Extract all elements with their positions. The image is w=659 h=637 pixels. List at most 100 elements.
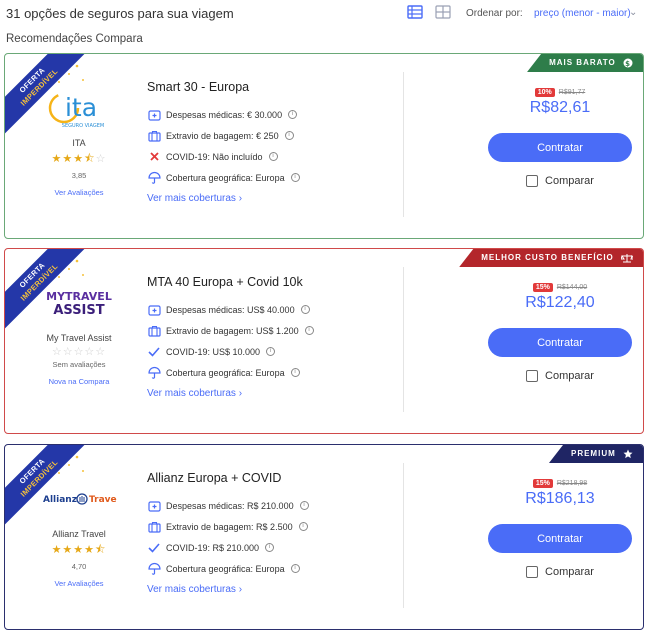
info-icon[interactable]: i: [268, 152, 278, 161]
insurer-block: MYTRAVEL ASSIST My Travel Assist ☆☆☆☆☆ S…: [19, 277, 139, 386]
best-value-badge: MELHOR CUSTO BENEFÍCIO: [459, 249, 643, 267]
old-price: R$218,98: [556, 480, 588, 487]
umbrella-icon: [147, 171, 161, 185]
plan-title: MTA 40 Europa + Covid 10k: [147, 275, 303, 289]
svg-text:ASSIST: ASSIST: [53, 303, 104, 318]
my-travel-assist-logo: MYTRAVEL ASSIST: [46, 290, 112, 318]
info-icon[interactable]: i: [304, 326, 314, 335]
reviews-link[interactable]: Ver Avaliações: [19, 579, 139, 588]
compare-option[interactable]: Comparar: [485, 566, 635, 578]
new-provider-link[interactable]: Nova na Compara: [19, 377, 139, 386]
contract-button[interactable]: Contratar: [488, 133, 632, 162]
info-icon[interactable]: i: [299, 501, 309, 510]
feature-covid: COVID-19: US$ 10.000 i: [147, 341, 387, 362]
feature-coverage: Cobertura geográfica: Europa i: [147, 558, 387, 579]
info-icon[interactable]: i: [284, 131, 294, 140]
scale-icon: [621, 253, 633, 263]
baggage-icon: [147, 520, 161, 534]
baggage-icon: [147, 129, 161, 143]
insurance-card: OFERTA IMPERDÍVEL PREMIUM Allianz Travel…: [4, 444, 644, 630]
insurer-block: Allianz Travel Allianz Travel ★★★★⯪ 4,70…: [19, 473, 139, 588]
more-coverages-link[interactable]: Ver mais coberturas ›: [147, 584, 387, 595]
rating-stars: ☆☆☆☆☆: [51, 346, 107, 358]
feature-covid: COVID-19: Não incluído i: [147, 146, 387, 167]
price-block: 15% R$144,00 R$122,40 Contratar Comparar: [485, 282, 635, 382]
rating-stars: ★★★★⯪: [51, 544, 107, 556]
grid-view-icon[interactable]: [435, 5, 451, 19]
feature-baggage: Extravio de bagagem: R$ 2.500 i: [147, 516, 387, 537]
list-view-icon[interactable]: [407, 5, 423, 19]
svg-text:Allianz: Allianz: [43, 495, 77, 505]
compare-checkbox[interactable]: [526, 175, 539, 187]
feature-medical: Despesas médicas: R$ 210.000 i: [147, 495, 387, 516]
price: R$82,61: [529, 99, 591, 116]
more-coverages-link[interactable]: Ver mais coberturas ›: [147, 193, 387, 204]
insurer-name: ITA: [72, 138, 86, 148]
section-subtitle: Recomendações Compara: [6, 33, 143, 45]
discount-badge: 15%: [532, 479, 553, 488]
premium-badge: PREMIUM: [548, 445, 643, 463]
reviews-link[interactable]: Ver Avaliações: [19, 188, 139, 197]
price-block: 10% R$91,77 R$82,61 Contratar Comparar: [485, 87, 635, 187]
plan-title: Allianz Europa + COVID: [147, 471, 282, 485]
insurance-card: OFERTA IMPERDÍVEL MELHOR CUSTO BENEFÍCIO…: [4, 248, 644, 434]
insurer-block: ita SEGURO VIAGEM ITA ★★★⯪☆ 3,85 Ver Ava…: [19, 82, 139, 197]
old-price: R$144,00: [556, 284, 588, 291]
svg-text:ita: ita: [65, 93, 97, 122]
insurer-logo: Allianz Travel: [19, 473, 139, 525]
compare-label: Comparar: [545, 370, 594, 382]
rating-value: Sem avaliações: [52, 360, 106, 369]
feature-coverage: Cobertura geográfica: Europa i: [147, 167, 387, 188]
insurer-logo: MYTRAVEL ASSIST: [19, 277, 139, 329]
svg-text:MYTRAVEL: MYTRAVEL: [46, 290, 112, 303]
sort-select[interactable]: preço (menor - maior): [534, 8, 631, 19]
compare-label: Comparar: [545, 175, 594, 187]
medical-icon: [147, 499, 161, 513]
price: R$186,13: [525, 490, 595, 507]
compare-option[interactable]: Comparar: [485, 370, 635, 382]
rating-value: 3,85: [71, 171, 87, 180]
cross-icon: [147, 150, 161, 164]
divider: [403, 72, 404, 217]
svg-text:$: $: [625, 60, 631, 68]
feature-baggage: Extravio de bagagem: € 250 i: [147, 125, 387, 146]
contract-button[interactable]: Contratar: [488, 328, 632, 357]
medical-icon: [147, 303, 161, 317]
info-icon[interactable]: i: [290, 564, 300, 573]
more-coverages-link[interactable]: Ver mais coberturas ›: [147, 388, 387, 399]
info-icon[interactable]: i: [290, 173, 300, 182]
insurer-logo: ita SEGURO VIAGEM: [19, 82, 139, 134]
medical-icon: [147, 108, 161, 122]
feature-covid: COVID-19: R$ 210.000 i: [147, 537, 387, 558]
contract-button[interactable]: Contratar: [488, 524, 632, 553]
compare-checkbox[interactable]: [526, 566, 539, 578]
sort-label: Ordenar por:: [466, 8, 523, 19]
info-icon[interactable]: i: [265, 543, 275, 552]
feature-medical: Despesas médicas: € 30.000 i: [147, 104, 387, 125]
plan-title: Smart 30 - Europa: [147, 80, 250, 94]
results-header: 31 opções de seguros para sua viagem Ord…: [0, 0, 659, 28]
divider: [403, 463, 404, 608]
results-count: 31 opções de seguros para sua viagem: [6, 6, 234, 21]
price-block: 15% R$218,98 R$186,13 Contratar Comparar: [485, 478, 635, 578]
chevron-down-icon[interactable]: ⌄: [629, 7, 637, 18]
compare-label: Comparar: [545, 566, 594, 578]
insurer-name: Allianz Travel: [52, 529, 106, 539]
svg-text:SEGURO VIAGEM: SEGURO VIAGEM: [62, 123, 104, 129]
umbrella-icon: [147, 562, 161, 576]
dollar-icon: $: [623, 58, 633, 68]
baggage-icon: [147, 324, 161, 338]
umbrella-icon: [147, 366, 161, 380]
discount-badge: 10%: [534, 88, 555, 97]
info-icon[interactable]: i: [290, 368, 300, 377]
info-icon[interactable]: i: [266, 347, 276, 356]
info-icon[interactable]: i: [288, 110, 298, 119]
plan-details: Allianz Europa + COVID Despesas médicas:…: [147, 471, 387, 595]
insurer-name: My Travel Assist: [46, 333, 112, 343]
compare-option[interactable]: Comparar: [485, 175, 635, 187]
compare-checkbox[interactable]: [526, 370, 539, 382]
info-icon[interactable]: i: [300, 305, 310, 314]
ita-logo: ita SEGURO VIAGEM: [48, 92, 104, 129]
feature-coverage: Cobertura geográfica: Europa i: [147, 362, 387, 383]
info-icon[interactable]: i: [298, 522, 308, 531]
